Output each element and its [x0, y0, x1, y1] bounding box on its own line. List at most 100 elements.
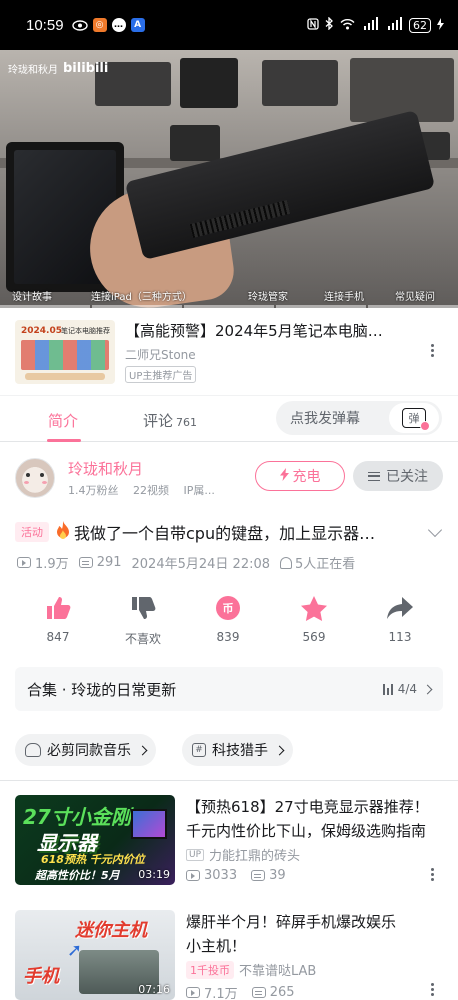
video-thumbnail[interactable]: 27寸小金刚 显示器 618预热 千元内价位 超高性价比！5月 03:19	[15, 795, 175, 885]
tag-label: 必剪同款音乐	[47, 743, 131, 759]
ad-thumbnail[interactable]: 2024.05 笔记本电脑推荐	[15, 320, 115, 384]
more-options-icon[interactable]	[431, 983, 435, 996]
video-title[interactable]: 【预热618】27寸电竞显示器推荐！ 千元内性价比下山，保姆级选购指南	[186, 795, 448, 843]
author-name: 力能扛鼎的砖头	[209, 849, 301, 864]
tag-topic[interactable]: # 科技猎手	[182, 734, 293, 766]
danmaku-placeholder: 点我发弹幕	[290, 411, 360, 427]
video-stats: 7.1万 265	[186, 983, 309, 1000]
tag-label: 科技猎手	[212, 743, 268, 759]
status-bar: 10:59 ◎ … A 62	[0, 0, 458, 50]
dislike-label: 不喜欢	[124, 632, 161, 646]
coin-icon: 币	[198, 594, 258, 622]
like-button[interactable]: 847	[28, 594, 88, 644]
chapter-label[interactable]: 连接iPad（三种方式）	[91, 288, 192, 303]
watermark-channel: 玲珑和秋月	[8, 65, 58, 76]
view-count: 1.9万	[35, 557, 69, 572]
avatar[interactable]	[15, 458, 55, 498]
charge-button[interactable]: 充电	[255, 461, 345, 491]
video-player[interactable]: 玲珑和秋月 bilibili 设计故事 连接iPad（三种方式） 玲珑管家 连接…	[0, 50, 458, 308]
favorite-button[interactable]: 569	[284, 594, 344, 644]
coin-count: 839	[216, 630, 240, 644]
video-meta: 1.9万 291 2024年5月24日 22:08 5人正在看	[17, 553, 355, 572]
uploader-name[interactable]: 玲珑和秋月	[68, 458, 143, 479]
collection-card[interactable]: 合集 · 玲珑的日常更新 4/4	[15, 667, 443, 711]
dislike-button[interactable]: 不喜欢	[113, 594, 173, 647]
video-frame-object	[262, 60, 338, 106]
uploader-fans: 1.4万粉丝	[68, 484, 119, 497]
section-divider	[0, 780, 458, 781]
chevron-down-icon[interactable]	[427, 522, 443, 538]
uploader-row: 玲珑和秋月 1.4万粉丝 22视频 IP属... 充电 已关注	[0, 450, 458, 506]
signal-5g-icon	[361, 17, 379, 33]
video-title-row[interactable]: 活动 我做了一个自带cpu的键盘，加上显示器就是电脑	[0, 516, 458, 548]
list-item[interactable]: ➚ 迷你主机 手机 07:16 爆肝半个月！碎屏手机爆改娱乐 小主机！ 1千投币…	[0, 910, 458, 1000]
tab-comments[interactable]: 评论 761	[143, 410, 197, 431]
video-stats: 3033 39	[186, 868, 300, 883]
tab-comments-label: 评论	[143, 412, 174, 430]
chapter-label[interactable]: 设计故事	[12, 288, 52, 303]
thumbs-down-icon	[113, 594, 173, 622]
danmaku-toggle-button[interactable]: 弹	[389, 403, 439, 433]
lightning-icon	[279, 467, 289, 485]
status-indicators: 62	[307, 16, 444, 33]
danmaku-count: 39	[269, 868, 286, 883]
watchers-icon	[280, 556, 293, 569]
ad-more-icon[interactable]	[431, 344, 435, 357]
follow-button[interactable]: 已关注	[353, 461, 443, 491]
wifi-icon	[340, 18, 355, 33]
tab-active-indicator	[47, 439, 81, 442]
collection-title: 合集 · 玲珑的日常更新	[27, 680, 177, 699]
detail-tabs: 简介 评论 761 点我发弹幕 弹	[0, 396, 458, 442]
play-count-icon	[186, 870, 200, 881]
comments-count: 761	[176, 416, 198, 429]
more-options-icon[interactable]	[431, 868, 435, 881]
play-count-icon	[186, 987, 200, 998]
translate-notification-icon: A	[130, 18, 145, 32]
video-author[interactable]: UP 力能扛鼎的砖头	[186, 845, 300, 864]
chapter-label[interactable]: 常见疑问	[395, 288, 435, 303]
video-watermark: 玲珑和秋月 bilibili	[8, 61, 108, 76]
uploader-videos: 22视频	[133, 484, 169, 497]
publish-date: 2024年5月24日 22:08	[131, 557, 271, 572]
danmaku-input[interactable]: 点我发弹幕 弹	[276, 401, 442, 435]
video-thumbnail[interactable]: ➚ 迷你主机 手机 07:16	[15, 910, 175, 1000]
status-time: 10:59	[26, 16, 64, 34]
ad-title[interactable]: 【高能预警】2024年5月笔记本电脑推荐	[125, 320, 395, 341]
video-frame-object	[180, 58, 238, 108]
tag-music[interactable]: 必剪同款音乐	[15, 734, 156, 766]
list-item[interactable]: 27寸小金刚 显示器 618预热 千元内价位 超高性价比！5月 03:19 【预…	[0, 795, 458, 895]
like-count: 847	[46, 630, 70, 644]
star-icon	[284, 594, 344, 622]
video-author[interactable]: 1千投币 不靠谱哒LAB	[186, 960, 316, 979]
tab-intro[interactable]: 简介	[48, 410, 78, 431]
ad-thumb-caption: 笔记本电脑推荐	[61, 327, 110, 335]
danmaku-count-icon	[251, 987, 266, 998]
share-count: 113	[388, 630, 412, 644]
chevron-right-icon	[274, 745, 285, 755]
watching-now: 5人正在看	[295, 557, 356, 572]
view-count: 7.1万	[204, 987, 238, 1000]
danmaku-icon: 弹	[402, 408, 430, 431]
charging-icon	[437, 17, 444, 33]
ad-card[interactable]: 2024.05 笔记本电脑推荐 【高能预警】2024年5月笔记本电脑推荐 二师兄…	[0, 308, 458, 396]
ad-tag: UP主推荐广告	[125, 366, 197, 383]
ad-author[interactable]: 二师兄Stone	[125, 346, 443, 363]
action-bar: 847 不喜欢 币 839 569 113	[0, 594, 458, 650]
coin-button[interactable]: 币 839	[198, 594, 258, 644]
chapter-label[interactable]: 连接手机	[324, 288, 364, 303]
uploader-stats: 1.4万粉丝 22视频 IP属...	[68, 482, 226, 498]
collection-progress: 4/4	[397, 682, 417, 696]
video-title[interactable]: 爆肝半个月！碎屏手机爆改娱乐 小主机！	[186, 910, 448, 958]
danmaku-count-icon	[251, 870, 266, 881]
chapter-label[interactable]: 玲珑管家	[248, 288, 288, 303]
author-name: 不靠谱哒LAB	[239, 964, 317, 979]
danmaku-count-icon	[78, 557, 93, 568]
share-button[interactable]: 113	[370, 594, 430, 644]
activity-tag[interactable]: 活动	[15, 522, 49, 542]
signal-4g-icon	[385, 17, 403, 33]
share-icon	[370, 594, 430, 622]
chat-notification-icon: …	[111, 18, 126, 32]
video-duration: 07:16	[138, 983, 170, 996]
eye-icon	[71, 19, 88, 31]
video-frame-object	[170, 125, 220, 161]
